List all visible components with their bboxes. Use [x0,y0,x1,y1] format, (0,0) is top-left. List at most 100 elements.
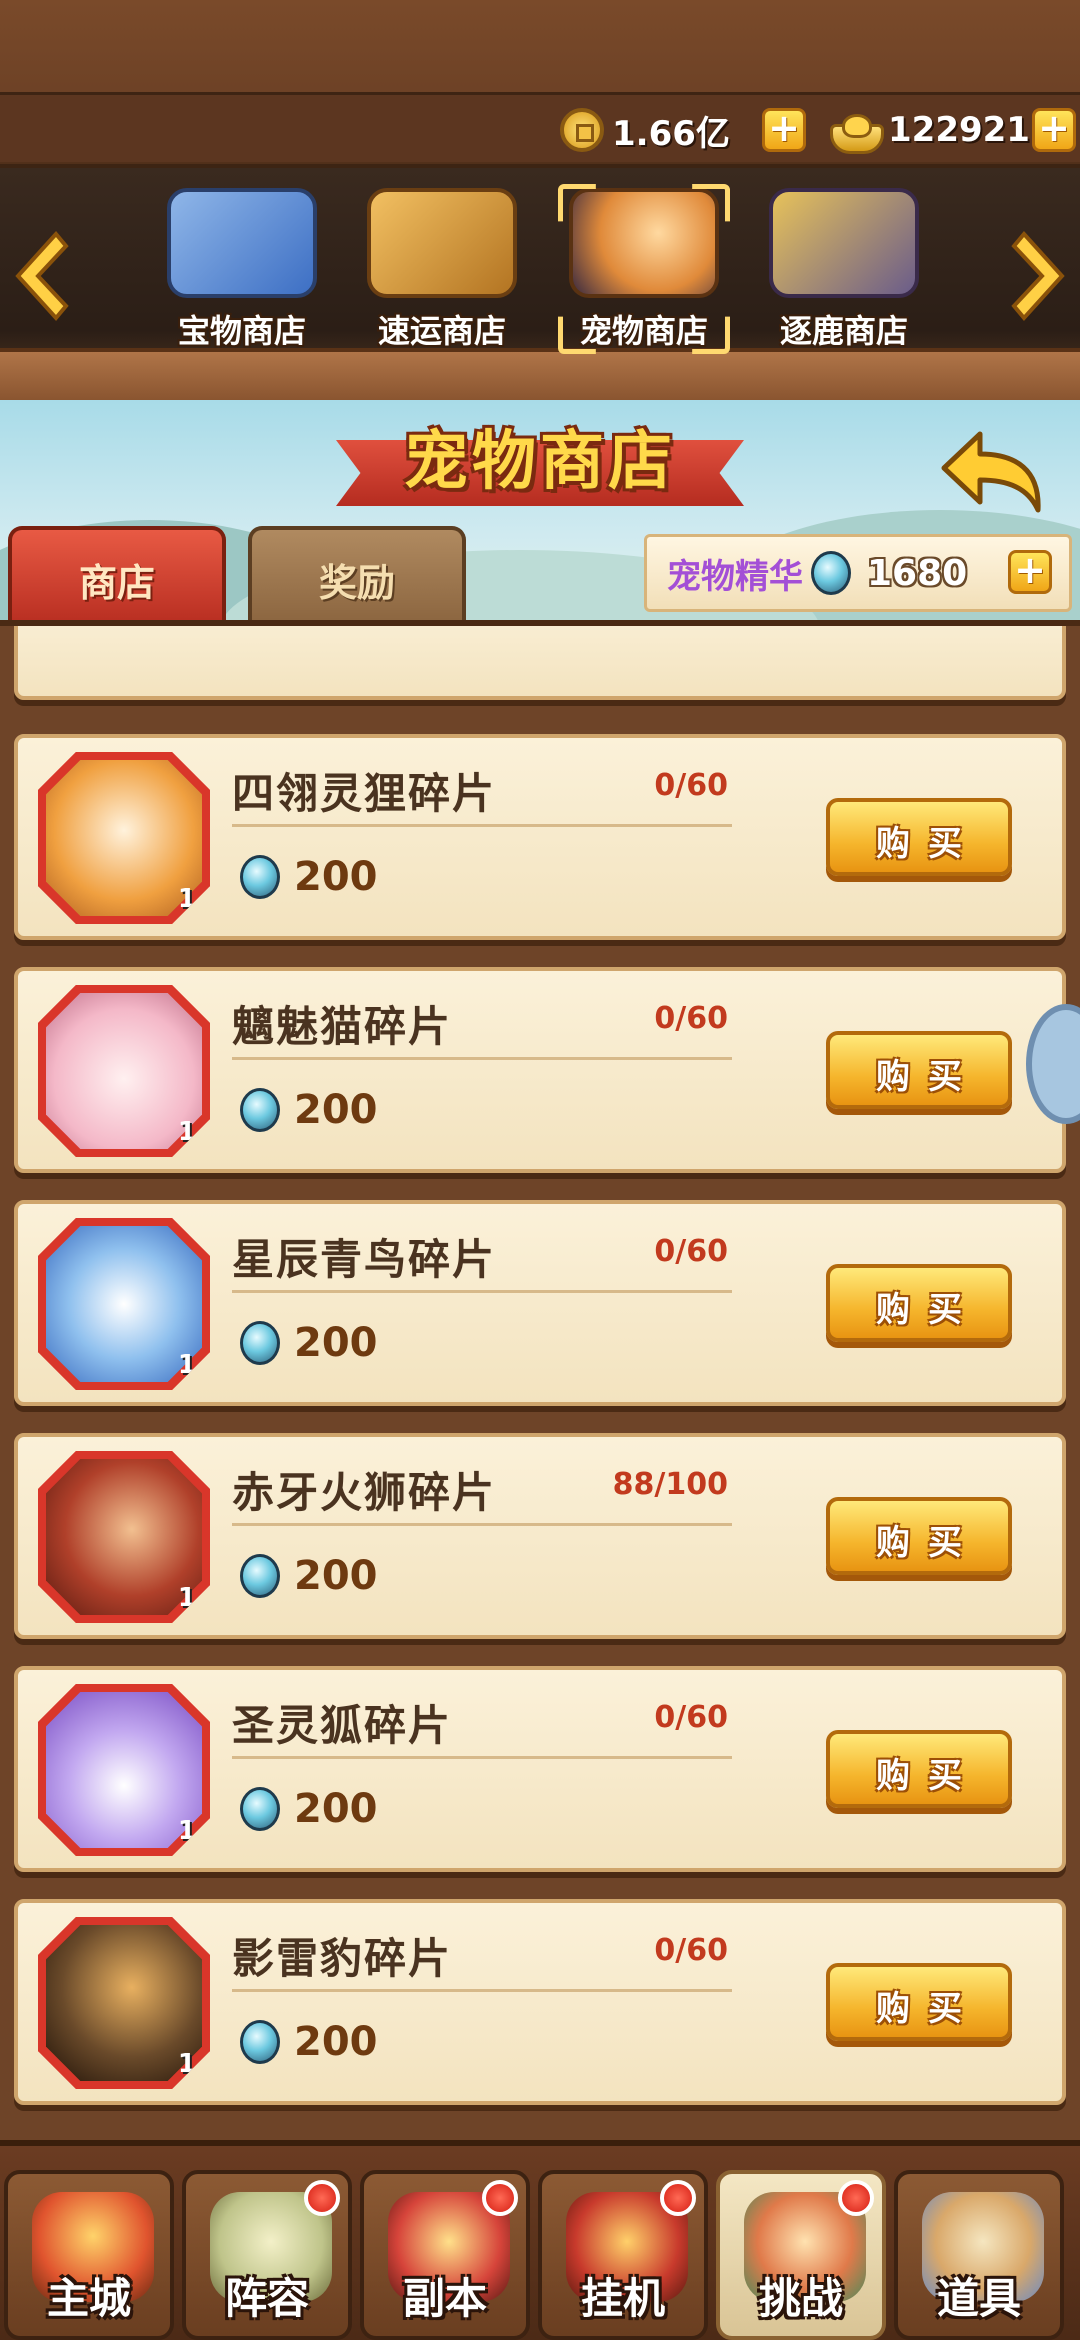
scroll-right-button[interactable] [1010,228,1070,324]
copper-currency: 1.66亿 [560,104,730,156]
category-pet-shop[interactable]: 宠物商店 [552,188,736,358]
pet-essence-gem-icon [240,2020,280,2064]
list-item: 1 星辰青鸟碎片 0/60 200 购买 [14,1200,1066,1406]
buy-button[interactable]: 购买 [826,1963,1012,2041]
notification-dot [660,2180,696,2216]
category-label: 速运商店 [377,312,506,350]
add-copper-button[interactable]: + [762,108,806,152]
price-value: 200 [294,2019,378,2065]
category-zhulu-shop[interactable]: 逐鹿商店 [752,188,936,358]
pet-item-list[interactable]: 1 四翎灵狸碎片 0/60 200 购买 1 魑魅猫碎片 0/60 200 购买… [0,620,1080,2140]
tab-reward-label: 奖励 [318,561,395,605]
shop-title-ribbon: 宠物商店 [336,410,744,520]
item-progress: 0/60 [654,1001,728,1036]
nav-challenge[interactable]: 挑战 [716,2170,886,2340]
buy-button[interactable]: 购买 [826,1730,1012,1808]
nav-lineup[interactable]: 阵容 [182,2170,352,2340]
tab-shop[interactable]: 商店 [8,526,226,620]
notification-dot [482,2180,518,2216]
tab-reward[interactable]: 奖励 [248,526,466,620]
chevron-left-icon [15,230,69,322]
nav-idle[interactable]: 挂机 [538,2170,708,2340]
nav-label: 主城 [46,2274,131,2323]
buy-button[interactable]: 购买 [826,798,1012,876]
divider [232,1057,732,1060]
item-price: 200 [240,1087,378,1133]
item-avatar[interactable]: 1 [38,752,210,924]
add-gold-button[interactable]: + [1032,108,1076,152]
item-name: 赤牙火狮碎片 [232,1468,497,1517]
nav-dungeon[interactable]: 副本 [360,2170,530,2340]
scroll-left-button[interactable] [10,228,70,324]
back-arrow-icon [941,431,1041,513]
item-count: 1 [177,2049,196,2079]
item-count: 1 [177,1816,196,1846]
notification-dot [304,2180,340,2216]
item-progress: 0/60 [654,1234,728,1269]
buy-button[interactable]: 购买 [826,1497,1012,1575]
item-count: 1 [177,1117,196,1147]
list-item: 1 四翎灵狸碎片 0/60 200 购买 [14,734,1066,940]
list-item: 1 圣灵狐碎片 0/60 200 购买 [14,1666,1066,1872]
price-value: 200 [294,854,378,900]
chevron-right-icon [1011,230,1065,322]
item-avatar[interactable]: 1 [38,985,210,1157]
item-price: 200 [240,854,378,900]
item-avatar[interactable]: 1 [38,1684,210,1856]
add-essence-button[interactable]: + [1008,550,1052,594]
pet-essence-gem-icon [240,1787,280,1831]
buy-label: 购买 [876,824,980,864]
buy-button[interactable]: 购买 [826,1031,1012,1109]
selection-frame [558,184,730,354]
essence-label: 宠物精华 [667,556,803,597]
item-price: 200 [240,1320,378,1366]
shop-category-strip: 宝物商店 速运商店 宠物商店 逐鹿商店 [0,168,1080,400]
item-progress: 0/60 [654,1933,728,1968]
item-count: 1 [177,1350,196,1380]
nav-label: 副本 [402,2274,487,2323]
item-avatar[interactable]: 1 [38,1451,210,1623]
pet-essence-gem-icon [240,855,280,899]
divider [232,1290,732,1293]
divider [232,824,732,827]
notification-dot [838,2180,874,2216]
shop-banner: 宠物商店 商店 奖励 宠物精华 1680 + [0,400,1080,620]
item-name: 魑魅猫碎片 [232,1002,453,1051]
nav-items[interactable]: 道具 [894,2170,1064,2340]
nav-main-city[interactable]: 主城 [4,2170,174,2340]
buy-label: 购买 [876,1290,980,1330]
nav-label: 道具 [936,2274,1021,2323]
item-price: 200 [240,1553,378,1599]
divider [232,1756,732,1759]
gold-ingot-icon [828,110,884,154]
item-name: 影雷豹碎片 [232,1934,453,1983]
price-value: 200 [294,1786,378,1832]
buy-button[interactable]: 购买 [826,1264,1012,1342]
list-item: 1 赤牙火狮碎片 88/100 200 购买 [14,1433,1066,1639]
item-price: 200 [240,1786,378,1832]
nav-label: 阵容 [224,2274,309,2323]
list-item: 1 影雷豹碎片 0/60 200 购买 [14,1899,1066,2105]
category-label: 宝物商店 [177,312,306,350]
item-avatar[interactable]: 1 [38,1218,210,1390]
item-progress: 0/60 [654,768,728,803]
price-value: 200 [294,1320,378,1366]
copper-coin-icon [560,108,604,152]
nav-label: 挂机 [580,2274,665,2323]
category-treasure-shop[interactable]: 宝物商店 [150,188,334,358]
back-button[interactable] [936,424,1046,520]
divider [232,1523,732,1526]
shop-title: 宠物商店 [404,425,676,499]
item-avatar[interactable]: 1 [38,1917,210,2089]
zhulu-shop-icon [769,188,919,298]
category-express-shop[interactable]: 速运商店 [350,188,534,358]
nav-label: 挑战 [758,2274,843,2323]
list-item-partial [14,626,1066,700]
pet-essence-gem-icon [240,1554,280,1598]
buy-label: 购买 [876,1756,980,1796]
category-label: 逐鹿商店 [779,312,908,350]
item-count: 1 [177,884,196,914]
item-name: 圣灵狐碎片 [232,1701,453,1750]
item-progress: 88/100 [612,1467,728,1502]
gold-currency: 122921 [828,104,1030,156]
